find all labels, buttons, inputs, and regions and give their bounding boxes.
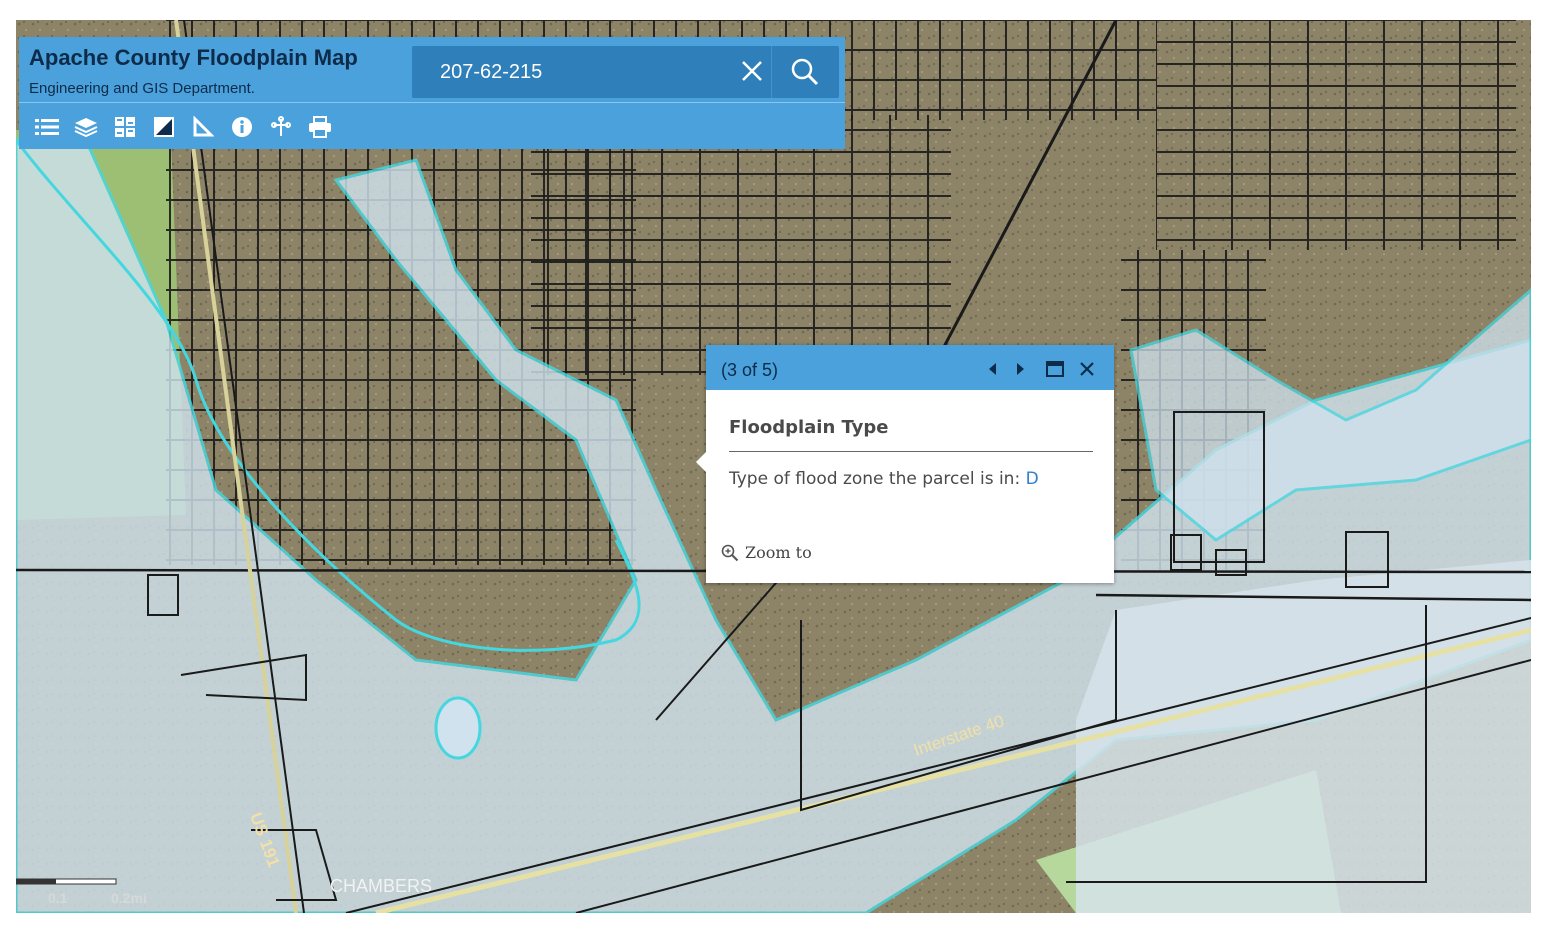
scale-tick-1: 0.1	[48, 890, 68, 906]
popup-close-button[interactable]	[1076, 358, 1098, 380]
app-title: Apache County Floodplain Map	[29, 45, 358, 70]
toolbar	[27, 113, 339, 141]
scale-bar: 0.1 0.2mi	[16, 876, 156, 906]
floodplain-east	[1076, 560, 1531, 913]
zoom-in-icon	[721, 544, 739, 561]
scale-tick-2: 0.2mi	[111, 890, 147, 906]
app-subtitle: Engineering and GIS Department.	[29, 80, 255, 97]
search-button[interactable]	[771, 46, 840, 98]
search-box[interactable]: 207-62-215	[412, 46, 839, 98]
search-icon	[791, 58, 819, 86]
close-icon[interactable]	[737, 56, 767, 86]
zoom-to-link[interactable]: Zoom to	[721, 543, 812, 562]
measure-icon[interactable]	[183, 113, 222, 141]
legend-icon[interactable]	[144, 113, 183, 141]
popup-counter: (3 of 5)	[721, 360, 779, 380]
label-chambers: CHAMBERS	[330, 876, 433, 896]
previous-feature-button[interactable]	[982, 358, 1004, 380]
draw-icon[interactable]	[261, 113, 300, 141]
parcel-grid-center	[531, 115, 951, 375]
popup-heading: Floodplain Type	[729, 417, 889, 438]
info-icon[interactable]	[222, 113, 261, 141]
close-icon	[1080, 362, 1094, 376]
floodplain-pond	[434, 696, 482, 760]
field-value: D	[1025, 469, 1039, 489]
search-input[interactable]: 207-62-215	[440, 61, 542, 84]
popup-field: Type of flood zone the parcel is in: D	[729, 469, 1039, 489]
list-icon[interactable]	[27, 113, 66, 141]
print-icon[interactable]	[300, 113, 339, 141]
popup-pointer	[696, 451, 707, 473]
basemap-gallery-icon[interactable]	[105, 113, 144, 141]
scale-bar-graphic	[16, 878, 117, 885]
field-label: Type of flood zone the parcel is in:	[729, 469, 1021, 489]
chevron-left-icon	[989, 363, 996, 375]
next-feature-button[interactable]	[1009, 358, 1031, 380]
maximize-button[interactable]	[1044, 358, 1066, 380]
parcel-grid-ne	[1156, 20, 1516, 250]
layers-icon[interactable]	[66, 113, 105, 141]
popup-divider	[729, 451, 1093, 452]
popup-titlebar: (3 of 5)	[706, 345, 1114, 390]
header-divider	[19, 102, 845, 103]
chevron-right-icon	[1017, 363, 1024, 375]
zoom-to-label: Zoom to	[745, 543, 812, 562]
app-header: Apache County Floodplain Map Engineering…	[19, 37, 845, 149]
maximize-icon	[1046, 361, 1064, 377]
info-popup: (3 of 5) Floodplain Type Type of flood z…	[696, 345, 1114, 583]
